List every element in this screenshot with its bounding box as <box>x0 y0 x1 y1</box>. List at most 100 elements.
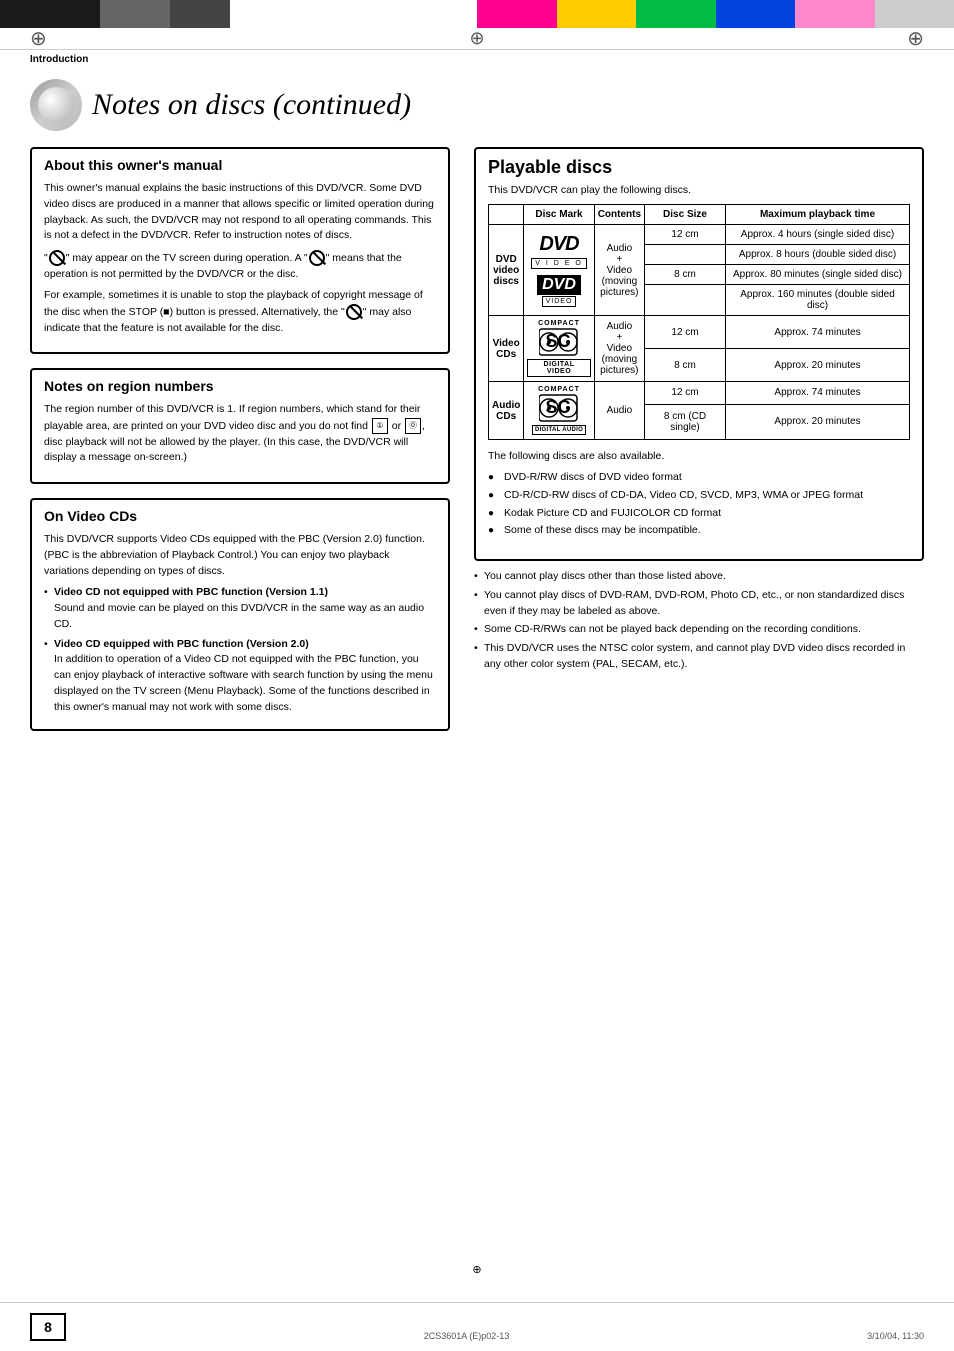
acd-size-8cm: 8 cm (CD single) <box>645 404 726 439</box>
prohibited-icon-1 <box>49 250 65 266</box>
dvd-size-12cm: 12 cm <box>645 225 726 245</box>
right-column: Playable discs This DVD/VCR can play the… <box>474 147 924 745</box>
region-icon-2: ⓪ <box>405 418 421 434</box>
bottom-section: ⊕ 8 2CS3601A (E)p02-13 3/10/04, 11:30 <box>0 1257 954 1351</box>
video-cd-section: On Video CDs This DVD/VCR supports Video… <box>30 498 450 731</box>
acd-time-12cm: Approx. 74 minutes <box>726 382 910 405</box>
col-header-disc-mark: Disc Mark <box>524 205 594 225</box>
vcd-size-8cm: 8 cm <box>645 349 726 382</box>
vcd-contents: Audio+Video(movingpictures) <box>594 316 644 382</box>
footer-left-code: 2CS3601A (E)p02-13 <box>424 1331 510 1341</box>
about-manual-p3: For example, sometimes it is unable to s… <box>44 288 436 336</box>
left-bracket: ⊕ <box>30 26 47 51</box>
dvd-logo2-text: DVD <box>537 275 581 295</box>
title-circle-icon <box>30 79 82 131</box>
following-disc-4: Some of these discs may be incompatible. <box>488 523 910 539</box>
acd-digital-audio-text: DIGITAL AUDIO <box>532 425 586 435</box>
vcd-time-8cm: Approx. 20 minutes <box>726 349 910 382</box>
vcd-compact-logo: COMPACT SC <box>527 320 590 377</box>
top-color-bar <box>0 0 954 28</box>
following-discs-list: DVD-R/RW discs of DVD video format CD-R/… <box>488 470 910 539</box>
dvd-logo-text: DVD <box>539 233 578 256</box>
acd-time-8cm: Approx. 20 minutes <box>726 404 910 439</box>
vcd-disc-mark: COMPACT SC <box>524 316 594 382</box>
vcd-size-12cm: 12 cm <box>645 316 726 349</box>
video-cd-list: Video CD not equipped with PBC function … <box>44 585 436 715</box>
col-header-contents: Contents <box>594 205 644 225</box>
left-column: About this owner's manual This owner's m… <box>30 147 450 745</box>
col-header-disc-size: Disc Size <box>645 205 726 225</box>
following-discs-intro: The following discs are also available. <box>488 450 910 462</box>
region-numbers-section: Notes on region numbers The region numbe… <box>30 368 450 484</box>
center-crosshair: ⊕ <box>469 28 484 49</box>
note-3: Some CD-R/RWs can not be played back dep… <box>474 622 924 638</box>
page-number-box: 8 <box>30 1313 66 1341</box>
dvd-contents: Audio+Video(movingpictures) <box>594 225 644 316</box>
prohibited-icon-3 <box>346 304 362 320</box>
dvd-size-8cm: 8 cm <box>645 265 726 285</box>
dvd-disc-mark: DVD V I D E O DVD VIDEO <box>524 225 594 316</box>
video-cd-item-1: Video CD not equipped with PBC function … <box>44 585 436 632</box>
playable-discs-section: Playable discs This DVD/VCR can play the… <box>474 147 924 561</box>
page-title-area: Notes on discs (continued) <box>0 69 954 147</box>
following-disc-2: CD-R/CD-RW discs of CD-DA, Video CD, SVC… <box>488 488 910 504</box>
video-cd-item-2-body: In addition to operation of a Video CD n… <box>54 653 433 712</box>
section-label: Introduction <box>0 50 954 69</box>
dvd-logo-2: DVD VIDEO <box>527 275 590 307</box>
vcd-compact-text: COMPACT <box>538 320 580 327</box>
region-numbers-heading: Notes on region numbers <box>44 378 436 394</box>
playable-discs-intro: This DVD/VCR can play the following disc… <box>488 184 910 196</box>
right-bracket: ⊕ <box>907 26 924 51</box>
vcd-disc-svg: SC <box>539 328 579 356</box>
dvd-logo: DVD V I D E O <box>527 233 590 269</box>
video-cd-item-2-title: Video CD equipped with PBC function (Ver… <box>54 638 309 650</box>
bottom-crosshair: ⊕ <box>472 1263 481 1276</box>
main-content: About this owner's manual This owner's m… <box>0 147 954 745</box>
about-manual-heading: About this owner's manual <box>44 157 436 173</box>
video-cd-intro: This DVD/VCR supports Video CDs equipped… <box>44 532 436 579</box>
notes-list: You cannot play discs other than those l… <box>474 569 924 673</box>
vcd-category-label: VideoCDs <box>489 316 524 382</box>
dvd-time-12cm-2: Approx. 8 hours (double sided disc) <box>726 245 910 265</box>
dvd-category-label: DVDvideodiscs <box>489 225 524 316</box>
table-row-vcd-12cm: VideoCDs COMPACT SC <box>489 316 910 349</box>
acd-size-12cm: 12 cm <box>645 382 726 405</box>
prohibited-icon-2 <box>309 250 325 266</box>
note-4: This DVD/VCR uses the NTSC color system,… <box>474 641 924 673</box>
video-cd-item-2: Video CD equipped with PBC function (Ver… <box>44 637 436 716</box>
region-icon-1: ① <box>372 418 388 434</box>
note-2: You cannot play discs of DVD-RAM, DVD-RO… <box>474 588 924 620</box>
acd-compact-text: COMPACT <box>538 386 580 393</box>
region-numbers-text: The region number of this DVD/VCR is 1. … <box>44 402 436 466</box>
page-number: 8 <box>44 1319 52 1335</box>
bottom-crosshair-row: ⊕ <box>0 1257 954 1282</box>
footer: 8 2CS3601A (E)p02-13 3/10/04, 11:30 <box>0 1302 954 1351</box>
dvd-logo2-badge: VIDEO <box>542 296 577 307</box>
dvd-time-8cm-1: Approx. 80 minutes (single sided disc) <box>726 265 910 285</box>
table-row-dvd-12cm-1: DVDvideodiscs DVD V I D E O DVD VIDEO <box>489 225 910 245</box>
vcd-time-12cm: Approx. 74 minutes <box>726 316 910 349</box>
acd-disc-svg: SC <box>539 394 579 422</box>
about-manual-p1: This owner's manual explains the basic i… <box>44 181 436 244</box>
dvd-time-8cm-2: Approx. 160 minutes (double sided disc) <box>726 285 910 316</box>
video-cd-heading: On Video CDs <box>44 508 436 524</box>
following-disc-3: Kodak Picture CD and FUJICOLOR CD format <box>488 506 910 522</box>
note-1: You cannot play discs other than those l… <box>474 569 924 585</box>
acd-contents: Audio <box>594 382 644 440</box>
video-cd-item-1-body: Sound and movie can be played on this DV… <box>54 602 424 630</box>
playable-discs-heading: Playable discs <box>488 157 910 178</box>
acd-disc-mark: COMPACT SC <box>524 382 594 440</box>
disc-table: Disc Mark Contents Disc Size Maximum pla… <box>488 204 910 440</box>
acd-compact-logo: COMPACT SC <box>527 386 590 435</box>
acd-category-label: AudioCDs <box>489 382 524 440</box>
footer-right-code: 3/10/04, 11:30 <box>867 1331 924 1341</box>
vcd-disc-circles: SC <box>539 328 579 356</box>
footer-left: 8 <box>30 1313 66 1341</box>
dvd-time-12cm-1: Approx. 4 hours (single sided disc) <box>726 225 910 245</box>
col-header-max-playback: Maximum playback time <box>726 205 910 225</box>
video-cd-item-1-title: Video CD not equipped with PBC function … <box>54 586 328 598</box>
dvd-video-badge: V I D E O <box>531 258 587 269</box>
dvd-size-12cm-2 <box>645 245 726 265</box>
dvd-size-8cm-2 <box>645 285 726 316</box>
registration-row: ⊕ ⊕ ⊕ <box>0 28 954 50</box>
